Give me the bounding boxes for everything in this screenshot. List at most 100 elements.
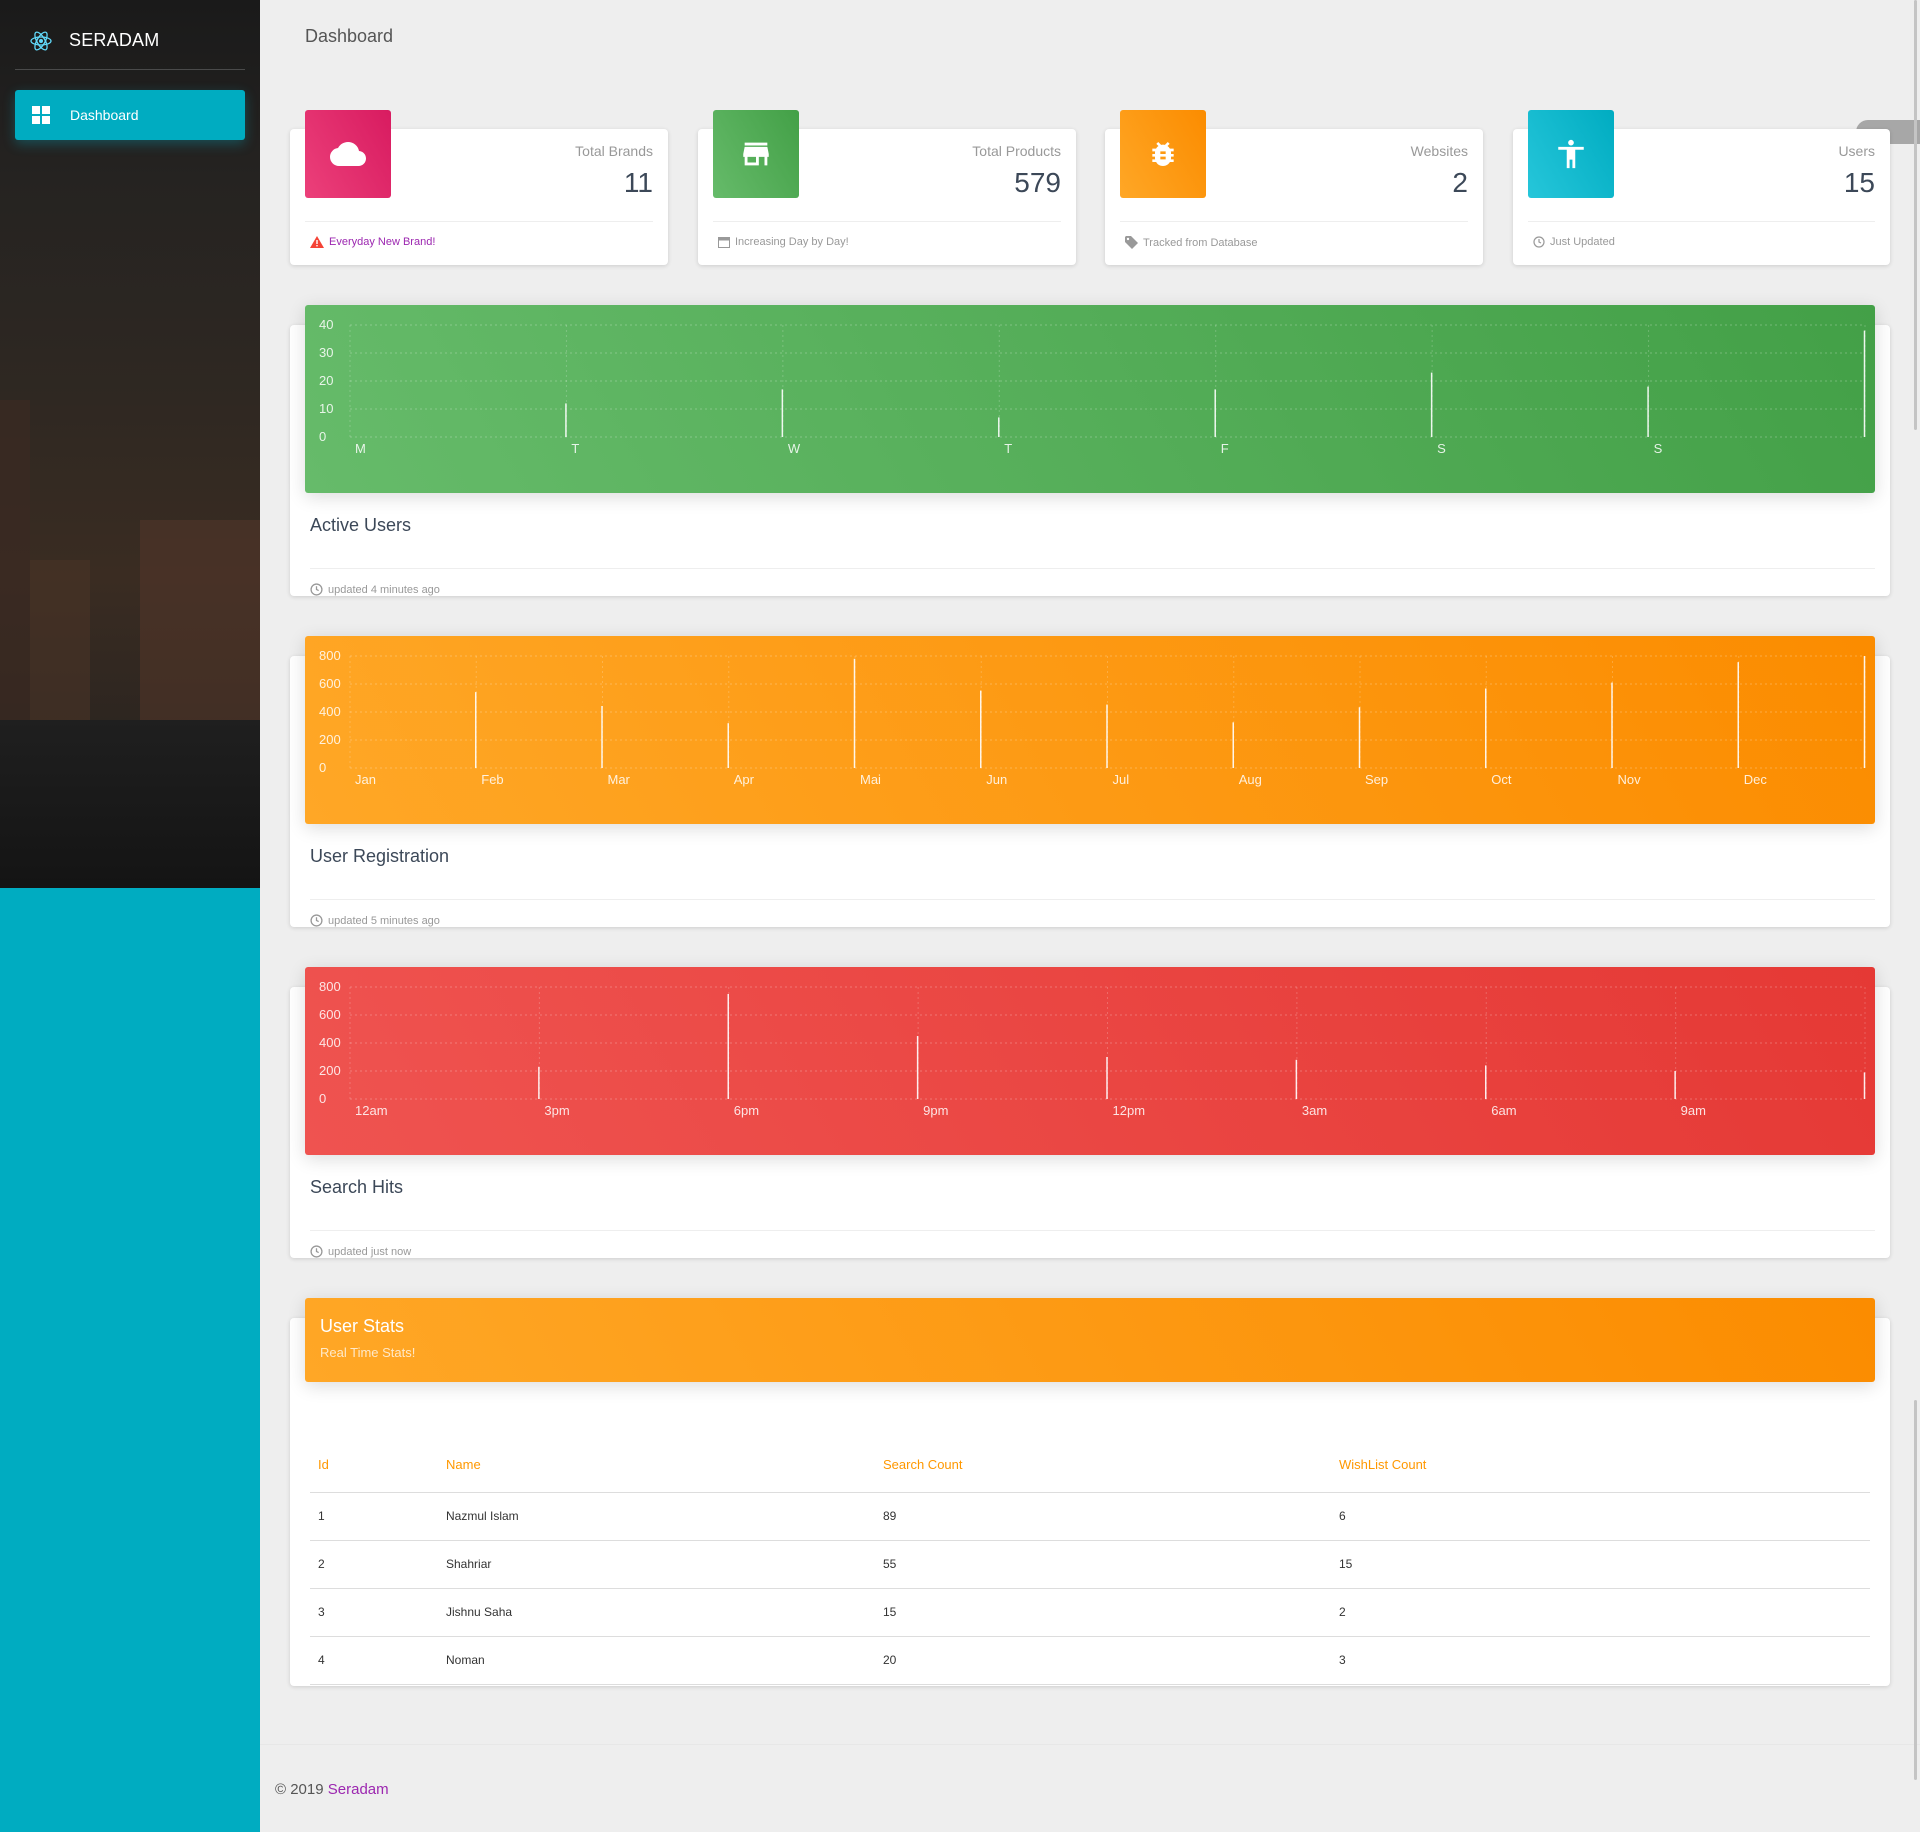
chart-updated-text: updated just now — [328, 1245, 412, 1258]
stat-value: 11 — [623, 167, 653, 198]
sidebar-item-label: Dashboard — [70, 107, 139, 123]
cell-id: 4 — [310, 1636, 438, 1685]
stat-icon-box — [305, 110, 391, 198]
column-header-id: Id — [310, 1438, 438, 1493]
cell-name: Shahriar — [438, 1540, 875, 1589]
x-tick-label: S — [1437, 441, 1446, 456]
chart-updated-text: updated 5 minutes ago — [328, 914, 440, 927]
clock-icon — [310, 1245, 323, 1258]
calendar-icon — [718, 237, 730, 248]
x-tick-label: T — [571, 441, 579, 456]
x-tick-label: Dec — [1744, 772, 1768, 787]
x-tick-label: 6am — [1491, 1103, 1516, 1118]
tag-icon — [1125, 236, 1138, 249]
stat-label: Users — [1838, 143, 1875, 159]
y-tick-label: 20 — [319, 373, 333, 388]
stat-card-users: Users 15 Just Updated — [1513, 110, 1890, 265]
accessibility-icon — [1558, 139, 1584, 169]
chart-area: 800 600 400 200 0 Jan Feb Mar Apr Mai Jun Jul Aug Sep… — [305, 636, 1875, 824]
brand-name: SERADAM — [69, 30, 160, 50]
atom-react-icon — [30, 30, 52, 51]
stat-card-products: Total Products 579 Increasing Day by Day… — [698, 110, 1076, 265]
stat-footer-text: Increasing Day by Day! — [735, 236, 849, 248]
chart-updated-text: updated 4 minutes ago — [328, 583, 440, 596]
y-tick-label: 40 — [319, 317, 333, 332]
x-tick-label: W — [788, 441, 801, 456]
active-users-chart: 40 30 20 10 0 M T W T F S S — [319, 317, 1866, 456]
x-tick-label: Apr — [734, 772, 755, 787]
chart-area: 40 30 20 10 0 M T W T F S S — [305, 305, 1875, 493]
user-stats-table: Id Name Search Count WishList Count 1 Na… — [310, 1438, 1870, 1685]
x-tick-label: Mai — [860, 772, 881, 787]
y-tick-label: 600 — [319, 676, 341, 691]
y-tick-label: 600 — [319, 1007, 341, 1022]
footer-link-seradam[interactable]: Seradam — [328, 1781, 389, 1798]
x-tick-label: Feb — [481, 772, 503, 787]
column-header-name: Name — [438, 1438, 875, 1493]
chart-updated: updated 5 minutes ago — [310, 914, 440, 927]
stat-label: Total Products — [972, 143, 1061, 159]
column-header-wishlist-count: WishList Count — [1331, 1438, 1870, 1493]
cell-search-count: 55 — [875, 1540, 1331, 1589]
x-tick-label: Mar — [608, 772, 631, 787]
clock-icon — [310, 914, 323, 927]
bug-icon — [1152, 142, 1174, 166]
chart-updated: updated 4 minutes ago — [310, 583, 440, 596]
stat-footer-link[interactable]: Everyday New Brand! — [329, 236, 435, 248]
stat-value: 2 — [1452, 167, 1468, 198]
x-tick-label: 9am — [1681, 1103, 1706, 1118]
user-registration-chart: 800 600 400 200 0 Jan Feb Mar Apr Mai Jun Jul Aug Sep… — [319, 648, 1866, 787]
y-tick-label: 800 — [319, 648, 341, 663]
cell-search-count: 89 — [875, 1492, 1331, 1541]
chart-title: Search Hits — [310, 1177, 404, 1197]
x-tick-label: 9pm — [923, 1103, 948, 1118]
x-tick-label: 12am — [355, 1103, 388, 1118]
chart-card-active-users: 40 30 20 10 0 M T W T F S S Active Users updated 4 … — [290, 305, 1890, 596]
y-tick-label: 400 — [319, 704, 341, 719]
page-scrollbar[interactable] — [1910, 0, 1920, 1832]
cell-id: 2 — [310, 1540, 438, 1589]
page-title: Dashboard — [305, 26, 394, 46]
cell-wishlist-count: 6 — [1331, 1492, 1870, 1541]
x-tick-label: Jun — [986, 772, 1007, 787]
chart-card-search-hits: 800 600 400 200 0 12am 3pm 6pm 9pm 12pm 3am 6am 9am … — [290, 967, 1890, 1258]
x-tick-label: 3am — [1302, 1103, 1327, 1118]
table-row: 1 Nazmul Islam 89 6 — [310, 1492, 1870, 1541]
sidebar: SERADAM Dashboard — [0, 0, 260, 1832]
y-tick-label: 200 — [319, 732, 341, 747]
chart-area: 800 600 400 200 0 12am 3pm 6pm 9pm 12pm 3am 6am 9am — [305, 967, 1875, 1155]
x-tick-label: 12pm — [1113, 1103, 1146, 1118]
stat-footer: Everyday New Brand! — [310, 236, 435, 248]
brand-logo[interactable]: SERADAM — [15, 12, 245, 70]
y-tick-label: 0 — [319, 760, 326, 775]
chart-title: User Registration — [310, 846, 450, 866]
stat-icon-box — [1528, 110, 1614, 198]
y-tick-label: 30 — [319, 345, 333, 360]
sidebar-item-dashboard[interactable]: Dashboard — [15, 90, 245, 140]
warning-icon — [310, 236, 324, 248]
x-tick-label: M — [355, 441, 366, 456]
stat-value: 15 — [1843, 167, 1875, 198]
user-stats-subtitle: Real Time Stats! — [320, 1345, 416, 1360]
x-tick-label: 3pm — [544, 1103, 569, 1118]
cell-id: 3 — [310, 1588, 438, 1637]
user-stats-card: User Stats Real Time Stats! Id Name Sear… — [290, 1298, 1890, 1686]
stat-footer-text: Just Updated — [1550, 236, 1615, 248]
x-tick-label: Sep — [1365, 772, 1388, 787]
chart-updated: updated just now — [310, 1245, 411, 1258]
footer: © 2019 Seradam — [260, 1744, 1920, 1832]
cell-wishlist-count: 3 — [1331, 1636, 1870, 1685]
search-hits-chart: 800 600 400 200 0 12am 3pm 6pm 9pm 12pm 3am 6am 9am — [319, 979, 1866, 1118]
dashboard-icon — [32, 106, 50, 124]
y-tick-label: 400 — [319, 1035, 341, 1050]
x-tick-label: Jan — [355, 772, 376, 787]
cell-id: 1 — [310, 1492, 438, 1541]
x-tick-label: Aug — [1239, 772, 1262, 787]
cell-name: Jishnu Saha — [438, 1588, 875, 1637]
cell-wishlist-count: 2 — [1331, 1588, 1870, 1637]
store-icon — [743, 142, 769, 166]
y-tick-label: 200 — [319, 1063, 341, 1078]
x-tick-label: T — [1004, 441, 1012, 456]
chart-card-user-registration: 800 600 400 200 0 Jan Feb Mar Apr Mai Jun Jul Aug Sep… — [290, 636, 1890, 927]
stat-label: Websites — [1410, 143, 1468, 159]
